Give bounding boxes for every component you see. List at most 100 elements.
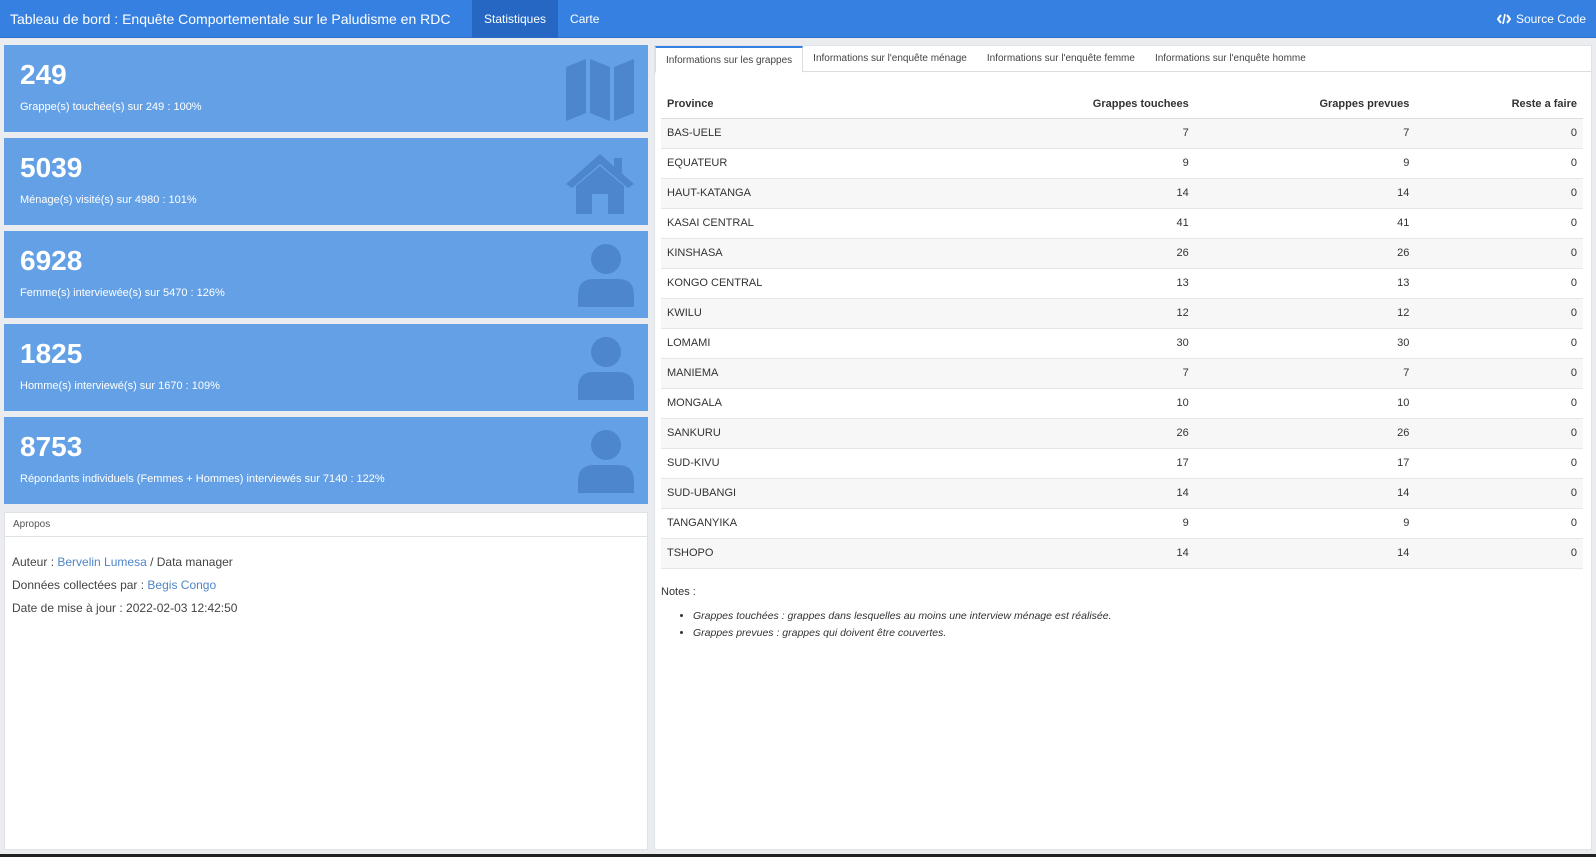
- code-icon: [1496, 13, 1511, 25]
- table-cell: 0: [1415, 328, 1583, 359]
- table-cell: 30: [961, 328, 1195, 359]
- table-cell: 12: [961, 298, 1195, 329]
- col-grappes-prevues[interactable]: Grappes prevues: [1194, 91, 1416, 119]
- table-cell: 0: [1415, 238, 1583, 269]
- table-cell: 41: [961, 208, 1195, 239]
- table-body: BAS-UELE 7 7 0 EQUATEUR 9 9 0 HAUT-KATANGA 14 14 0 K…: [661, 118, 1583, 569]
- table-cell: 41: [1194, 208, 1416, 239]
- table-cell: 14: [961, 478, 1195, 509]
- table-row: SUD-KIVU 17 17 0: [661, 448, 1583, 479]
- table-cell: LOMAMI: [661, 328, 961, 359]
- table-row: KINSHASA 26 26 0: [661, 238, 1583, 269]
- value-box-number: 8753: [20, 431, 83, 462]
- value-box-grappes: 249 Grappe(s) touchée(s) sur 249 : 100%: [4, 45, 648, 132]
- table-cell: 12: [1194, 298, 1416, 329]
- table-cell: 0: [1415, 478, 1583, 509]
- table-cell: 13: [1194, 268, 1416, 299]
- notes-section: Notes : Grappes touchées : grappes dans …: [661, 586, 1561, 642]
- author-prefix: Auteur :: [12, 555, 58, 569]
- value-box-subtitle: Femme(s) interviewée(s) sur 5470 : 126%: [20, 287, 225, 299]
- table-header-row: Province Grappes touchees Grappes prevue…: [661, 91, 1583, 119]
- info-tabs: Informations sur les grappes Information…: [655, 46, 1591, 73]
- author-line: Auteur : Bervelin Lumesa / Data manager: [12, 551, 640, 574]
- table-row: TSHOPO 14 14 0: [661, 538, 1583, 569]
- value-box-subtitle: Ménage(s) visité(s) sur 4980 : 101%: [20, 194, 197, 206]
- value-boxes-column: 249 Grappe(s) touchée(s) sur 249 : 100% …: [4, 45, 648, 510]
- table-cell: KWILU: [661, 298, 961, 329]
- top-navbar: Tableau de bord : Enquête Comportemental…: [0, 0, 1596, 38]
- tab-femme[interactable]: Informations sur l'enquête femme: [977, 46, 1145, 72]
- table-cell: 26: [1194, 238, 1416, 269]
- table-cell: SUD-UBANGI: [661, 478, 961, 509]
- nav-tab-carte[interactable]: Carte: [558, 0, 611, 38]
- table-row: SANKURU 26 26 0: [661, 418, 1583, 449]
- table-cell: 0: [1415, 148, 1583, 179]
- table-row: EQUATEUR 9 9 0: [661, 148, 1583, 179]
- table-row: TANGANYIKA 9 9 0: [661, 508, 1583, 539]
- note-item: Grappes prevues : grappes qui doivent êt…: [693, 625, 1561, 642]
- table-row: KASAI CENTRAL 41 41 0: [661, 208, 1583, 239]
- table-cell: 0: [1415, 208, 1583, 239]
- table-cell: 14: [1194, 178, 1416, 209]
- table-cell: 26: [961, 418, 1195, 449]
- table-cell: MANIEMA: [661, 358, 961, 389]
- apropos-body: Auteur : Bervelin Lumesa / Data manager …: [5, 537, 647, 634]
- table-cell: 0: [1415, 538, 1583, 569]
- table-cell: 0: [1415, 358, 1583, 389]
- table-cell: TSHOPO: [661, 538, 961, 569]
- table-cell: BAS-UELE: [661, 118, 961, 149]
- tab-homme[interactable]: Informations sur l'enquête homme: [1145, 46, 1316, 72]
- table-cell: KINSHASA: [661, 238, 961, 269]
- value-box-subtitle: Grappe(s) touchée(s) sur 249 : 100%: [20, 101, 202, 113]
- source-code-link[interactable]: Source Code: [1496, 0, 1586, 38]
- apropos-header: Apropos: [5, 513, 647, 537]
- value-box-number: 1825: [20, 338, 83, 369]
- table-row: HAUT-KATANGA 14 14 0: [661, 178, 1583, 209]
- table-cell: 7: [1194, 118, 1416, 149]
- notes-title: Notes :: [661, 586, 696, 598]
- table-cell: 17: [1194, 448, 1416, 479]
- table-row: MANIEMA 7 7 0: [661, 358, 1583, 389]
- note-item: Grappes touchées : grappes dans lesquell…: [693, 608, 1561, 625]
- value-box-number: 5039: [20, 152, 83, 183]
- notes-list: Grappes touchées : grappes dans lesquell…: [661, 608, 1561, 642]
- table-row: KWILU 12 12 0: [661, 298, 1583, 329]
- table-cell: 0: [1415, 508, 1583, 539]
- table-cell: 14: [1194, 478, 1416, 509]
- table-cell: TANGANYIKA: [661, 508, 961, 539]
- table-cell: 7: [961, 118, 1195, 149]
- table-cell: 0: [1415, 418, 1583, 449]
- table-row: MONGALA 10 10 0: [661, 388, 1583, 419]
- col-grappes-touchees[interactable]: Grappes touchees: [961, 91, 1195, 119]
- table-cell: 9: [961, 508, 1195, 539]
- dashboard-title: Tableau de bord : Enquête Comportemental…: [10, 10, 451, 27]
- collected-prefix: Données collectées par :: [12, 578, 148, 592]
- collector-link[interactable]: Begis Congo: [147, 578, 216, 592]
- table-row: KONGO CENTRAL 13 13 0: [661, 268, 1583, 299]
- table-cell: KONGO CENTRAL: [661, 268, 961, 299]
- author-link[interactable]: Bervelin Lumesa: [57, 555, 146, 569]
- table-cell: HAUT-KATANGA: [661, 178, 961, 209]
- author-suffix: / Data manager: [146, 555, 233, 569]
- table-cell: 7: [1194, 358, 1416, 389]
- value-box-number: 6928: [20, 245, 83, 276]
- tab-menage[interactable]: Informations sur l'enquête ménage: [803, 46, 977, 72]
- col-province[interactable]: Province: [661, 91, 961, 119]
- table-row: SUD-UBANGI 14 14 0: [661, 478, 1583, 509]
- value-box-femmes: 6928 Femme(s) interviewée(s) sur 5470 : …: [4, 231, 648, 318]
- map-icon: [566, 59, 634, 121]
- user-icon: [578, 430, 634, 493]
- user-icon: [578, 337, 634, 400]
- table-cell: 30: [1194, 328, 1416, 359]
- table-cell: MONGALA: [661, 388, 961, 419]
- table-cell: 17: [961, 448, 1195, 479]
- table-cell: 0: [1415, 448, 1583, 479]
- nav-tab-statistiques[interactable]: Statistiques: [472, 0, 559, 38]
- table-cell: 14: [961, 178, 1195, 209]
- table-cell: SANKURU: [661, 418, 961, 449]
- user-icon: [578, 244, 634, 307]
- col-reste-a-faire[interactable]: Reste a faire: [1415, 91, 1583, 119]
- table-cell: 0: [1415, 298, 1583, 329]
- value-box-subtitle: Répondants individuels (Femmes + Hommes)…: [20, 473, 385, 485]
- tab-grappes[interactable]: Informations sur les grappes: [655, 46, 804, 73]
